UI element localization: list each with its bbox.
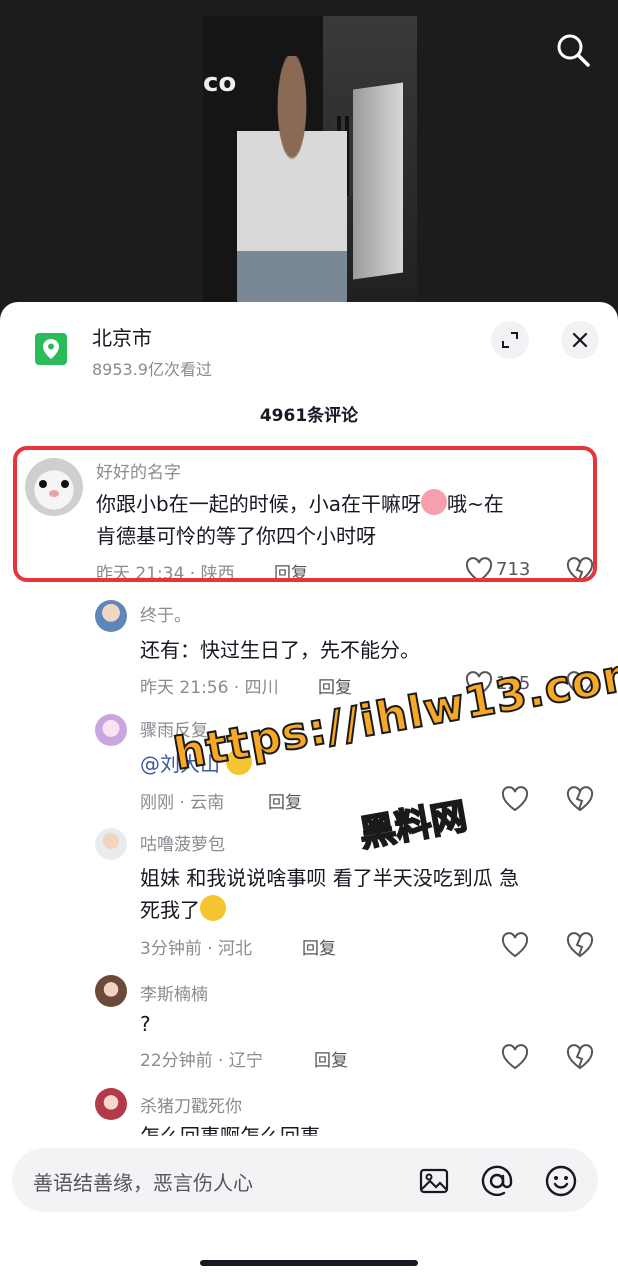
avatar[interactable] [95, 975, 127, 1007]
reply-text-line1: 姐妹 和我说说啥事呗 看了半天没吃到瓜 急 [140, 866, 520, 890]
location-title[interactable]: 北京市 [92, 322, 152, 351]
reply-author[interactable]: 杀猪刀戳死你 [140, 1092, 242, 1117]
emoji-icon[interactable] [544, 1164, 578, 1198]
dislike-icon[interactable] [566, 1044, 594, 1070]
reply-text: ? [140, 1012, 151, 1036]
home-indicator[interactable] [200, 1260, 418, 1266]
avatar[interactable] [95, 600, 127, 632]
close-icon [572, 332, 588, 348]
image-icon[interactable] [418, 1165, 450, 1197]
reply-text: 死我了 [140, 894, 226, 926]
like-icon[interactable] [501, 786, 529, 812]
avatar[interactable] [95, 714, 127, 746]
reply-meta: 昨天 21:56 · 四川 [140, 678, 279, 698]
expand-icon [502, 332, 518, 348]
expand-button[interactable] [491, 321, 529, 359]
highlight-box [13, 446, 597, 582]
reply-meta: 刚刚 · 云南 [140, 793, 225, 813]
reply-meta: 3分钟前 · 河北 [140, 939, 253, 959]
reply-author[interactable]: 终于。 [140, 601, 191, 626]
dislike-icon[interactable] [566, 932, 594, 958]
reply-button[interactable]: 回复 [302, 934, 336, 959]
reply-meta: 22分钟前 · 辽宁 [140, 1051, 263, 1071]
location-views: 8953.9亿次看过 [92, 360, 212, 379]
search-icon[interactable] [555, 32, 591, 68]
comment-count: 4961条评论 [259, 406, 359, 426]
reply-text-line2: 死我了 [140, 898, 200, 922]
dislike-icon[interactable] [566, 786, 594, 812]
list-fade [0, 1133, 618, 1145]
avatar[interactable] [95, 828, 127, 860]
reply-button[interactable]: 回复 [318, 673, 352, 698]
close-button[interactable] [561, 321, 599, 359]
video-player[interactable]: co [0, 0, 618, 330]
avatar[interactable] [95, 1088, 127, 1120]
comment-input-placeholder: 善语结善缘，恶言伤人心 [33, 1171, 253, 1195]
reply-button[interactable]: 回复 [268, 788, 302, 813]
video-person [237, 56, 347, 306]
reply-button[interactable]: 回复 [314, 1046, 348, 1071]
like-icon[interactable] [501, 932, 529, 958]
video-monitor [353, 82, 403, 280]
mention-icon[interactable] [480, 1164, 514, 1198]
video-frame: co [203, 16, 417, 312]
location-pin-icon [35, 333, 67, 365]
reply-author[interactable]: 咕噜菠萝包 [140, 830, 225, 855]
laughing-emoji-icon [200, 895, 226, 921]
like-icon[interactable] [501, 1044, 529, 1070]
video-logo: co [203, 68, 237, 98]
reply-text: 还有：快过生日了，先不能分。 [140, 638, 420, 662]
reply-author[interactable]: 李斯楠楠 [140, 980, 208, 1005]
